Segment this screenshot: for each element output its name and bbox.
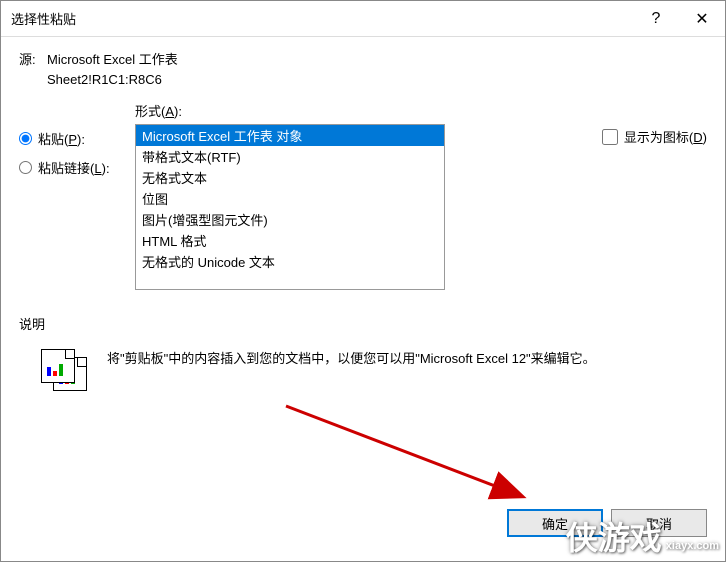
help-button[interactable]: ? [633, 1, 679, 37]
source-value: Microsoft Excel 工作表 [47, 49, 178, 68]
format-option[interactable]: 无格式的 Unicode 文本 [136, 251, 444, 272]
title-bar: 选择性粘贴 ? ✕ [1, 1, 725, 37]
display-as-icon-checkbox[interactable]: 显示为图标(D) [602, 127, 707, 146]
format-option[interactable]: 位图 [136, 188, 444, 209]
paste-special-icon [39, 349, 87, 397]
dialog-title: 选择性粘贴 [11, 9, 633, 28]
source-label: 源: [19, 49, 47, 68]
ok-button[interactable]: 确定 [507, 509, 603, 537]
paste-link-radio-input[interactable] [19, 161, 32, 174]
format-option[interactable]: Microsoft Excel 工作表 对象 [136, 125, 444, 146]
paste-link-radio[interactable]: 粘贴链接(L): [19, 158, 135, 177]
format-option[interactable]: 带格式文本(RTF) [136, 146, 444, 167]
format-option[interactable]: HTML 格式 [136, 230, 444, 251]
description-text: 将"剪贴板"中的内容插入到您的文档中，以便您可以用"Microsoft Exce… [107, 349, 596, 369]
source-range: Sheet2!R1C1:R8C6 [47, 72, 707, 87]
format-listbox[interactable]: Microsoft Excel 工作表 对象带格式文本(RTF)无格式文本位图图… [135, 124, 445, 290]
paste-radio[interactable]: 粘贴(P): [19, 129, 135, 148]
format-option[interactable]: 无格式文本 [136, 167, 444, 188]
cancel-button[interactable]: 取消 [611, 509, 707, 537]
close-button[interactable]: ✕ [679, 1, 725, 37]
description-label: 说明 [19, 314, 707, 333]
annotation-arrow [281, 401, 561, 521]
format-option[interactable]: 图片(增强型图元文件) [136, 209, 444, 230]
format-label: 形式(A): [135, 101, 580, 120]
display-as-icon-input[interactable] [602, 129, 618, 145]
paste-radio-input[interactable] [19, 132, 32, 145]
